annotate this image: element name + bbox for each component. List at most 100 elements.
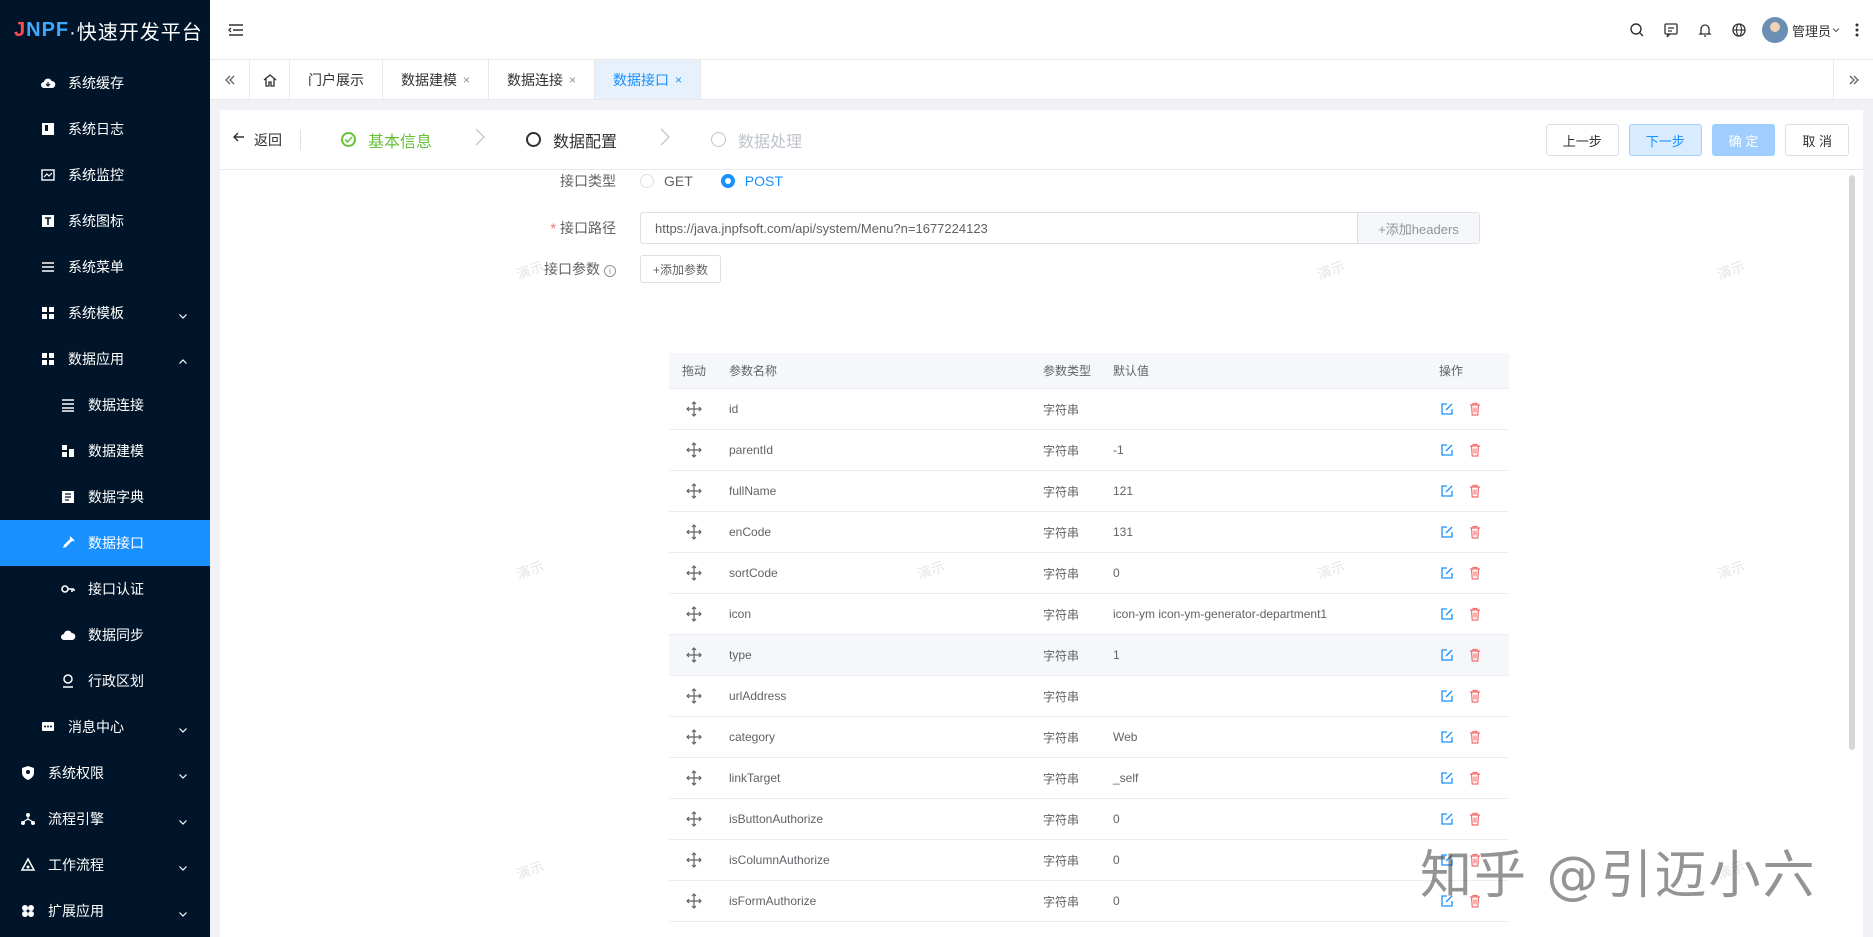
drag-handle-icon[interactable] xyxy=(669,524,719,540)
model-icon xyxy=(60,443,76,459)
sidebar-item[interactable]: 工作流程 xyxy=(0,842,210,888)
edit-icon[interactable] xyxy=(1439,729,1455,745)
user-menu[interactable]: 管理员 xyxy=(1761,17,1841,43)
delete-icon[interactable] xyxy=(1467,770,1483,786)
sidebar-item[interactable]: 数据接口 xyxy=(0,520,210,566)
api-path-value[interactable]: https://java.jnpfsoft.com/api/system/Men… xyxy=(641,213,1357,243)
drag-handle-icon[interactable] xyxy=(669,852,719,868)
main-card: 返回 基本信息 数据配置 数据处理 上一步 下一步 确 定 取 消 接口类型 G… xyxy=(220,110,1863,937)
row-actions xyxy=(1439,524,1509,540)
sidebar-item-label: 行政区划 xyxy=(88,673,144,689)
close-icon[interactable]: × xyxy=(569,73,576,87)
next-step-button[interactable]: 下一步 xyxy=(1628,124,1702,156)
drag-handle-icon[interactable] xyxy=(669,811,719,827)
edit-icon[interactable] xyxy=(1439,811,1455,827)
drag-handle-icon[interactable] xyxy=(669,565,719,581)
bell-icon[interactable] xyxy=(1688,0,1722,60)
tabs-scroll-right-icon[interactable] xyxy=(1833,60,1873,99)
edit-icon[interactable] xyxy=(1439,442,1455,458)
sidebar-item[interactable]: 系统监控 xyxy=(0,152,210,198)
steps-bar: 返回 基本信息 数据配置 数据处理 上一步 下一步 确 定 取 消 xyxy=(220,110,1863,170)
delete-icon[interactable] xyxy=(1467,729,1483,745)
table-row: icon 字符串 icon-ym icon-ym-generator-departm… xyxy=(669,594,1509,635)
api-type-label: 接口类型 xyxy=(560,173,616,189)
delete-icon[interactable] xyxy=(1467,442,1483,458)
sidebar-item[interactable]: 扩展应用 xyxy=(0,888,210,934)
delete-icon[interactable] xyxy=(1467,565,1483,581)
tab[interactable]: 数据连接 × xyxy=(489,60,596,99)
drag-handle-icon[interactable] xyxy=(669,442,719,458)
drag-handle-icon[interactable] xyxy=(669,688,719,704)
sidebar-item[interactable]: 系统权限 xyxy=(0,750,210,796)
prev-step-button[interactable]: 上一步 xyxy=(1545,124,1619,156)
delete-icon[interactable] xyxy=(1467,811,1483,827)
add-headers-button[interactable]: +添加headers xyxy=(1357,213,1479,243)
close-icon[interactable]: × xyxy=(463,73,470,87)
row-actions xyxy=(1439,442,1509,458)
edit-icon[interactable] xyxy=(1439,688,1455,704)
confirm-button[interactable]: 确 定 xyxy=(1711,124,1776,156)
tab[interactable]: 数据接口 × xyxy=(595,60,702,99)
sidebar-item[interactable]: 数据应用 xyxy=(0,336,210,382)
col-name: 参数名称 xyxy=(729,364,778,378)
param-default: Web xyxy=(1113,730,1138,744)
drag-handle-icon[interactable] xyxy=(669,647,719,663)
back-button[interactable]: 返回 xyxy=(232,129,301,150)
drag-handle-icon[interactable] xyxy=(669,606,719,622)
edit-icon[interactable] xyxy=(1439,565,1455,581)
radio-get[interactable]: GET xyxy=(640,173,693,189)
vertical-scrollbar[interactable] xyxy=(1849,175,1855,750)
sidebar-item[interactable]: 行政区划 xyxy=(0,658,210,704)
api-path-input[interactable]: https://java.jnpfsoft.com/api/system/Men… xyxy=(640,212,1480,244)
tab[interactable]: 门户展示 xyxy=(290,60,383,99)
tab[interactable]: 数据建模 × xyxy=(383,60,490,99)
sidebar-item[interactable]: 数据连接 xyxy=(0,382,210,428)
sidebar-item[interactable]: 数据同步 xyxy=(0,612,210,658)
drag-handle-icon[interactable] xyxy=(669,401,719,417)
sidebar-item[interactable]: 系统菜单 xyxy=(0,244,210,290)
drag-handle-icon[interactable] xyxy=(669,729,719,745)
sidebar-item[interactable]: 接口认证 xyxy=(0,566,210,612)
step-circle-icon xyxy=(711,132,727,147)
close-icon[interactable]: × xyxy=(675,73,682,87)
more-vertical-icon[interactable] xyxy=(1847,0,1867,60)
edit-icon[interactable] xyxy=(1439,770,1455,786)
drag-handle-icon[interactable] xyxy=(669,893,719,909)
radio-circle-icon xyxy=(720,174,735,188)
message-icon[interactable] xyxy=(1654,0,1688,60)
edit-icon[interactable] xyxy=(1439,524,1455,540)
app-logo[interactable]: J N PF ·快速开发平台 xyxy=(0,0,210,60)
menu-toggle-icon[interactable] xyxy=(226,20,246,40)
edit-icon[interactable] xyxy=(1439,401,1455,417)
sidebar-item[interactable]: 消息中心 xyxy=(0,704,210,750)
language-icon[interactable] xyxy=(1722,0,1756,60)
delete-icon[interactable] xyxy=(1467,647,1483,663)
param-type: 字符串 xyxy=(1043,402,1080,417)
radio-post[interactable]: POST xyxy=(720,173,783,189)
sidebar-item[interactable]: 系统日志 xyxy=(0,106,210,152)
watermark: 演示 xyxy=(1715,557,1747,583)
drag-handle-icon[interactable] xyxy=(669,483,719,499)
drag-handle-icon[interactable] xyxy=(669,770,719,786)
tabs-scroll-left-icon[interactable] xyxy=(210,60,250,99)
delete-icon[interactable] xyxy=(1467,401,1483,417)
cancel-button[interactable]: 取 消 xyxy=(1785,124,1849,156)
sidebar-item[interactable]: 系统缓存 xyxy=(0,60,210,106)
home-icon[interactable] xyxy=(250,60,290,99)
sidebar-item[interactable]: 系统图标 xyxy=(0,198,210,244)
delete-icon[interactable] xyxy=(1467,483,1483,499)
delete-icon[interactable] xyxy=(1467,606,1483,622)
sidebar-item[interactable]: 系统模板 xyxy=(0,290,210,336)
search-icon[interactable] xyxy=(1620,0,1654,60)
add-param-button[interactable]: +添加参数 xyxy=(640,255,722,283)
delete-icon[interactable] xyxy=(1467,688,1483,704)
info-icon[interactable]: i xyxy=(604,265,616,277)
sidebar-item[interactable]: 流程引擎 xyxy=(0,796,210,842)
edit-icon[interactable] xyxy=(1439,606,1455,622)
delete-icon[interactable] xyxy=(1467,524,1483,540)
table-header: 拖动 参数名称 参数类型 默认值 操作 xyxy=(669,353,1509,389)
sidebar-item[interactable]: 数据字典 xyxy=(0,474,210,520)
edit-icon[interactable] xyxy=(1439,647,1455,663)
edit-icon[interactable] xyxy=(1439,483,1455,499)
sidebar-item[interactable]: 数据建模 xyxy=(0,428,210,474)
